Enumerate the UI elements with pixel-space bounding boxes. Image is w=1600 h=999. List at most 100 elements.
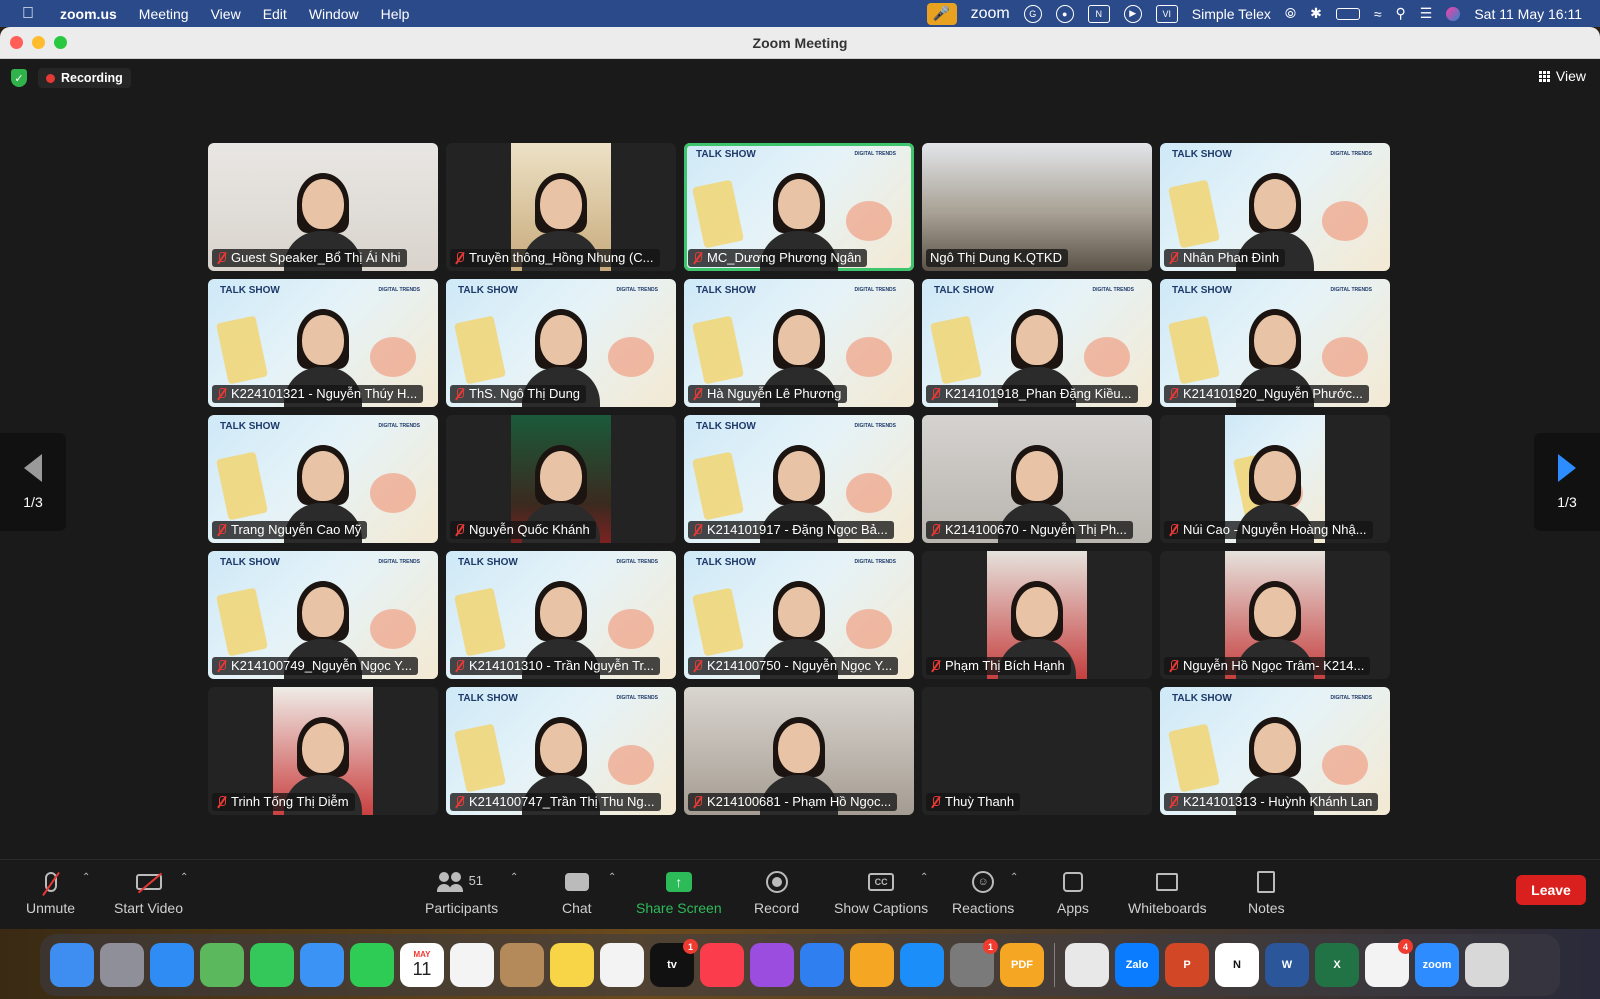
mail-icon[interactable] xyxy=(300,943,344,987)
close-window-button[interactable] xyxy=(10,36,23,49)
record-button[interactable]: Record xyxy=(754,870,799,916)
participant-tile[interactable]: K214100670 - Nguyễn Thị Ph... xyxy=(922,415,1152,543)
participant-tile[interactable]: TALK SHOW DIGITAL TRENDS K214100749_Nguyễn… xyxy=(208,551,438,679)
start-video-button[interactable]: Start Video xyxy=(114,870,183,916)
chat-chevron-icon[interactable]: ⌃ xyxy=(608,872,616,883)
word-icon[interactable]: W xyxy=(1265,943,1309,987)
fullscreen-window-button[interactable] xyxy=(54,36,67,49)
captions-chevron-icon[interactable]: ⌃ xyxy=(920,872,928,883)
participant-tile[interactable]: TALK SHOW DIGITAL TRENDS K214101920_Nguyễn… xyxy=(1160,279,1390,407)
music-icon[interactable] xyxy=(700,943,744,987)
pages-icon[interactable] xyxy=(850,943,894,987)
participant-tile[interactable]: K214100681 - Phạm Hồ Ngọc... xyxy=(684,687,914,815)
notion-tray-icon[interactable]: N xyxy=(1087,4,1110,23)
recording-badge[interactable]: Recording xyxy=(38,68,131,88)
participant-tile[interactable]: Núi Cao - Nguyễn Hoàng Nhậ... xyxy=(1160,415,1390,543)
participant-tile[interactable]: Phạm Thị Bích Hạnh xyxy=(922,551,1152,679)
participant-tile[interactable]: Thuỳ Thanh xyxy=(922,687,1152,815)
excel-icon[interactable]: X xyxy=(1315,943,1359,987)
contacts-icon[interactable] xyxy=(500,943,544,987)
play-icon[interactable]: ▶ xyxy=(1123,4,1142,23)
participant-tile[interactable]: Nguyễn Hồ Ngọc Trâm- K214... xyxy=(1160,551,1390,679)
participant-tile[interactable]: TALK SHOW DIGITAL TRENDS Trang Nguyễn Cao … xyxy=(208,415,438,543)
participant-tile[interactable]: TALK SHOW DIGITAL TRENDS K214101310 - Trần… xyxy=(446,551,676,679)
safari-icon[interactable] xyxy=(150,943,194,987)
reactions-chevron-icon[interactable]: ⌃ xyxy=(1010,872,1018,883)
menu-meeting[interactable]: Meeting xyxy=(139,6,189,22)
leave-button[interactable]: Leave xyxy=(1516,875,1586,905)
battery-icon[interactable] xyxy=(1335,7,1360,20)
office-icon[interactable]: 4 xyxy=(1365,939,1413,987)
bluetooth-icon[interactable]: ✱ xyxy=(1310,5,1322,22)
airdrop-icon[interactable]: ⦾ xyxy=(1285,5,1296,22)
wifi-icon[interactable]: ≈ xyxy=(1374,6,1382,22)
powerpoint-icon[interactable]: P xyxy=(1165,943,1209,987)
finder-icon[interactable] xyxy=(50,943,94,987)
input-method-label[interactable]: Simple Telex xyxy=(1192,6,1271,22)
participant-tile[interactable]: TALK SHOW DIGITAL TRENDS K214101917 - Đặng… xyxy=(684,415,914,543)
pdf-app-icon[interactable]: PDF xyxy=(1000,943,1044,987)
menu-app-name[interactable]: zoom.us xyxy=(60,6,117,22)
whiteboards-button[interactable]: Whiteboards xyxy=(1128,870,1207,916)
apple-menu-icon[interactable]:  xyxy=(22,5,42,23)
share-screen-button[interactable]: ↑ Share Screen xyxy=(636,870,722,916)
show-captions-button[interactable]: CC Show Captions xyxy=(834,870,928,916)
participant-tile[interactable]: TALK SHOW DIGITAL TRENDS K224101321 - Nguy… xyxy=(208,279,438,407)
video-options-chevron-icon[interactable]: ⌃ xyxy=(180,872,188,883)
minimize-window-button[interactable] xyxy=(32,36,45,49)
mic-in-use-icon[interactable]: 🎤 xyxy=(926,2,957,25)
participant-tile[interactable]: TALK SHOW DIGITAL TRENDS K214101918_Phan Đ… xyxy=(922,279,1152,407)
facetime-icon[interactable] xyxy=(350,943,394,987)
spotlight-search-icon[interactable]: ⚲ xyxy=(1396,5,1406,22)
participant-tile[interactable]: Guest Speaker_Bổ Thị Ái Nhi xyxy=(208,143,438,271)
participant-tile[interactable]: TALK SHOW DIGITAL TRENDS MC_Dương Phương N… xyxy=(684,143,914,271)
menu-view[interactable]: View xyxy=(211,6,241,22)
participant-tile[interactable]: Truyền thông_Hồng Nhung (C... xyxy=(446,143,676,271)
participants-chevron-icon[interactable]: ⌃ xyxy=(510,872,518,883)
unmute-button[interactable]: Unmute xyxy=(26,870,75,916)
menu-help[interactable]: Help xyxy=(381,6,410,22)
participant-tile[interactable]: TALK SHOW DIGITAL TRENDS Nhân Phan Đình xyxy=(1160,143,1390,271)
audio-options-chevron-icon[interactable]: ⌃ xyxy=(82,872,90,883)
maps-icon[interactable] xyxy=(200,943,244,987)
keynote-icon[interactable] xyxy=(800,943,844,987)
apple-tv-icon[interactable]: tv 1 xyxy=(650,939,698,987)
participant-tile[interactable]: Ngô Thị Dung K.QTKD xyxy=(922,143,1152,271)
menu-window[interactable]: Window xyxy=(309,6,359,22)
participant-tile[interactable]: Trinh Tống Thị Diễm xyxy=(208,687,438,815)
participant-tile[interactable]: TALK SHOW DIGITAL TRENDS K214100750 - Nguy… xyxy=(684,551,914,679)
participant-tile[interactable]: TALK SHOW DIGITAL TRENDS K214101313 - Huỳn… xyxy=(1160,687,1390,815)
notes-button[interactable]: Notes xyxy=(1248,870,1285,916)
freeform-icon[interactable] xyxy=(600,943,644,987)
participant-tile[interactable]: Nguyễn Quốc Khánh xyxy=(446,415,676,543)
chrome-icon[interactable] xyxy=(1065,943,1109,987)
podcasts-icon[interactable] xyxy=(750,943,794,987)
reminders-icon[interactable] xyxy=(450,943,494,987)
security-shield-icon[interactable]: ✓ xyxy=(11,69,27,87)
previous-page-button[interactable]: 1/3 xyxy=(0,433,66,531)
reactions-button[interactable]: ☺ Reactions xyxy=(952,870,1014,916)
next-page-button[interactable]: 1/3 xyxy=(1534,433,1600,531)
participant-tile[interactable]: TALK SHOW DIGITAL TRENDS K214100747_Trần T… xyxy=(446,687,676,815)
zalo-icon[interactable]: Zalo xyxy=(1115,943,1159,987)
app-store-icon[interactable] xyxy=(900,943,944,987)
system-settings-icon[interactable]: 1 xyxy=(950,939,998,987)
menu-edit[interactable]: Edit xyxy=(263,6,287,22)
control-center-icon[interactable]: ☰ xyxy=(1420,5,1433,22)
chat-button[interactable]: Chat xyxy=(562,870,592,916)
calendar-icon[interactable]: MAY 11 xyxy=(400,943,444,987)
participant-tile[interactable]: TALK SHOW DIGITAL TRENDS ThS. Ngô Thị Dung xyxy=(446,279,676,407)
view-button[interactable]: View xyxy=(1538,68,1586,84)
trash-icon[interactable] xyxy=(1465,943,1509,987)
input-method-icon[interactable]: VI xyxy=(1155,4,1178,23)
notes-icon[interactable] xyxy=(550,943,594,987)
apps-button[interactable]: Apps xyxy=(1057,870,1089,916)
participant-tile[interactable]: TALK SHOW DIGITAL TRENDS Hà Nguyễn Lê Phươ… xyxy=(684,279,914,407)
grammarly-icon[interactable]: G xyxy=(1023,4,1042,23)
siri-icon[interactable] xyxy=(1446,6,1461,21)
zoom-icon[interactable]: zoom xyxy=(1415,943,1459,987)
notion-icon[interactable]: N xyxy=(1215,943,1259,987)
messages-icon[interactable] xyxy=(250,943,294,987)
participants-button[interactable]: 51 Participants xyxy=(425,870,498,916)
clock-datetime[interactable]: Sat 11 May 16:11 xyxy=(1474,6,1582,22)
